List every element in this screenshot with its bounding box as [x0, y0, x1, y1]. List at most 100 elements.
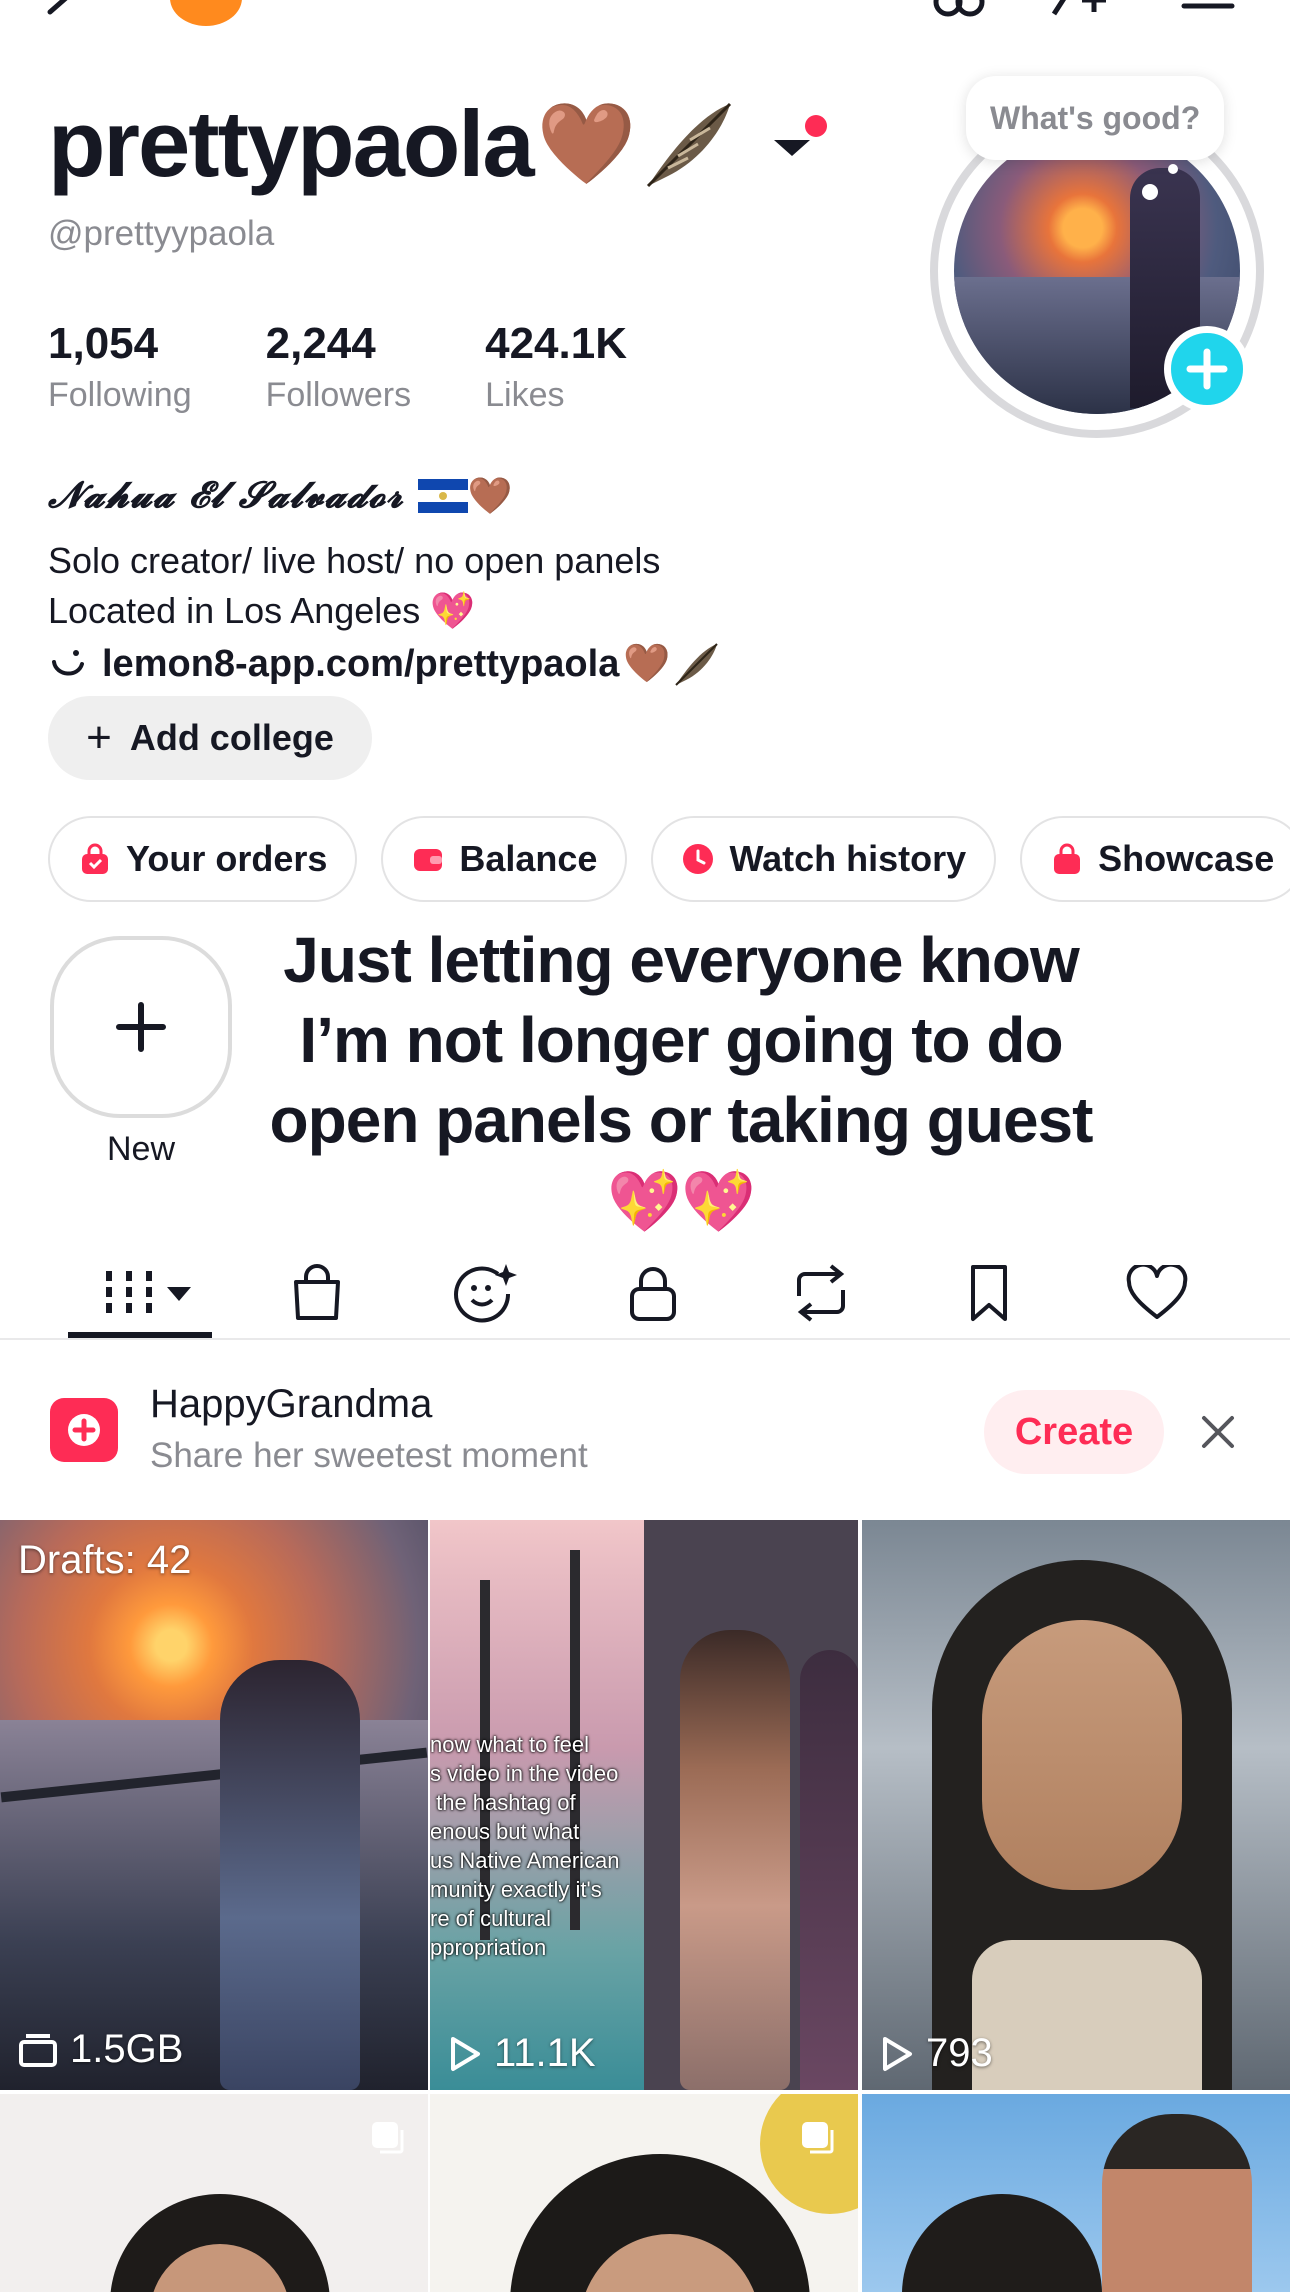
stat-likes-label: Likes: [485, 376, 565, 414]
account-switcher-icon[interactable]: [774, 112, 834, 172]
heart-icon: [1126, 1265, 1188, 1319]
video-caption-overlay: now what to feel s video in the video th…: [430, 1732, 620, 1960]
banner-subtitle: Share her sweetest moment: [150, 1436, 588, 1475]
view-count-value: 793: [926, 2031, 993, 2075]
play-icon: [451, 2036, 480, 2071]
view-count: 11.1K: [448, 2031, 596, 2076]
bubble-tail: [1142, 184, 1158, 200]
drafts-size: 1.5GB: [18, 2027, 183, 2072]
el-salvador-flag-icon: [417, 478, 468, 513]
bio-heading: 𝓝𝓪𝓱𝓾𝓪 𝓔𝓵 𝓢𝓪𝓵𝓿𝓪𝓭𝓸𝓻 🤎: [48, 474, 514, 517]
shopping-bag-icon: [82, 843, 108, 874]
menu-icon[interactable]: [1180, 0, 1236, 18]
bubble-tail-small: [1168, 164, 1178, 174]
runway-model: [800, 1650, 858, 2090]
bookmark-icon: [971, 1265, 1007, 1321]
drafts-size-value: 1.5GB: [70, 2027, 184, 2071]
shop-bag-icon: [294, 1264, 340, 1320]
content-tabs: [0, 1240, 1290, 1340]
person-silhouette: [220, 1660, 360, 2090]
tab-reposts[interactable]: [786, 1258, 856, 1328]
video-tile[interactable]: now what to feel s video in the video th…: [430, 1520, 858, 2090]
stat-followers-label: Followers: [265, 376, 412, 414]
note-speech-bubble[interactable]: What's good?: [966, 76, 1225, 160]
drafts-tile[interactable]: Drafts: 42 1.5GB: [0, 1520, 428, 2090]
creator-tools-icon[interactable]: [930, 0, 990, 20]
profile-stats: 1,054 Following 2,244 Followers 424.1K L…: [48, 322, 701, 415]
sparkling-hearts-emoji: 💖💖: [607, 1168, 755, 1235]
pinned-announcement: Just letting everyone know I’m not longe…: [250, 920, 1112, 1242]
create-button[interactable]: Create: [984, 1390, 1164, 1474]
person: [1102, 2114, 1252, 2292]
runway-model: [680, 1630, 790, 2090]
bio-heading-text: 𝓝𝓪𝓱𝓾𝓪 𝓔𝓵 𝓢𝓪𝓵𝓿𝓪𝓭𝓸𝓻: [48, 474, 404, 516]
chip-your-orders[interactable]: Your orders: [48, 816, 358, 902]
chip-balance[interactable]: Balance: [381, 816, 628, 902]
streak-flame-icon[interactable]: [170, 0, 242, 26]
plus-icon: [116, 1002, 166, 1052]
face: [982, 1620, 1182, 1890]
shortcut-chips: Your orders Balance Watch history Showca…: [48, 816, 1290, 902]
add-story-plus-icon[interactable]: [1164, 326, 1250, 412]
ai-face-icon: [454, 1264, 517, 1323]
add-college-label: Add college: [129, 717, 334, 758]
view-count-value: 11.1K: [494, 2031, 596, 2075]
stat-following[interactable]: 1,054 Following: [48, 322, 192, 415]
add-college-button[interactable]: + Add college: [48, 696, 372, 780]
brown-heart-emoji: 🤎: [467, 474, 514, 517]
bio-line-location: Located in Los Angeles 💖: [48, 590, 475, 632]
pinned-announcement-text: Just letting everyone know I’m not longe…: [269, 924, 1094, 1156]
stat-likes[interactable]: 424.1K Likes: [485, 322, 627, 415]
chip-label: Watch history: [729, 838, 967, 879]
banner-title: HappyGrandma: [150, 1382, 433, 1426]
photo-carousel-icon: [802, 2122, 834, 2154]
video-tile[interactable]: 793: [862, 1520, 1290, 2090]
bio-location-text: Located in Los Angeles: [48, 590, 421, 631]
tab-ai-self[interactable]: [450, 1258, 520, 1328]
videos-grid-icon: [106, 1271, 191, 1315]
person: [902, 2194, 1102, 2292]
tab-favorites[interactable]: [954, 1258, 1024, 1328]
lock-icon: [630, 1267, 676, 1321]
shirt: [972, 1940, 1202, 2090]
bio-link[interactable]: lemon8-app.com/prettypaola 🤎: [48, 640, 721, 688]
feather-emoji: [647, 102, 732, 188]
stat-followers[interactable]: 2,244 Followers: [266, 322, 411, 415]
video-tile[interactable]: [0, 2094, 428, 2292]
video-tile[interactable]: [862, 2094, 1290, 2292]
stat-following-value: 1,054: [48, 319, 159, 368]
drafts-box-icon: [19, 2033, 57, 2067]
stat-likes-value: 424.1K: [485, 319, 627, 368]
smile-link-icon: [52, 650, 84, 676]
new-story-button[interactable]: [50, 936, 232, 1118]
brown-heart-emoji: 🤎: [623, 643, 671, 685]
tab-shop[interactable]: [282, 1258, 352, 1328]
display-name[interactable]: prettypaola 🤎: [48, 96, 738, 192]
view-count: 793: [880, 2031, 993, 2076]
chip-showcase[interactable]: Showcase: [1020, 816, 1290, 902]
clock-icon: [683, 844, 714, 874]
chip-label: Balance: [459, 838, 598, 879]
tab-liked[interactable]: [1122, 1258, 1192, 1328]
bio-line-creator: Solo creator/ live host/ no open panels: [48, 540, 661, 581]
display-name-text: prettypaola: [48, 91, 535, 196]
chip-watch-history[interactable]: Watch history: [651, 816, 997, 902]
add-friend-icon[interactable]: [1044, 0, 1114, 20]
edit-pen-icon[interactable]: [44, 0, 94, 18]
feather-emoji: [674, 643, 718, 686]
chip-label: Showcase: [1098, 838, 1275, 879]
photo-carousel-icon: [372, 2122, 404, 2154]
plus-icon: +: [86, 713, 112, 762]
stat-following-label: Following: [48, 376, 192, 414]
new-story-label: New: [106, 1130, 176, 1168]
sparkling-heart-emoji: 💖: [430, 590, 476, 631]
tab-videos[interactable]: [90, 1258, 200, 1328]
username-handle: @prettyypaola: [48, 214, 275, 253]
tab-private[interactable]: [618, 1258, 688, 1328]
bio-link-text: lemon8-app.com/prettypaola: [102, 642, 620, 685]
repost-icon: [797, 1264, 845, 1322]
close-icon[interactable]: [1196, 1410, 1240, 1454]
stat-followers-value: 2,244: [265, 319, 376, 368]
brown-heart-emoji: 🤎: [536, 99, 637, 188]
video-tile[interactable]: [430, 2094, 858, 2292]
